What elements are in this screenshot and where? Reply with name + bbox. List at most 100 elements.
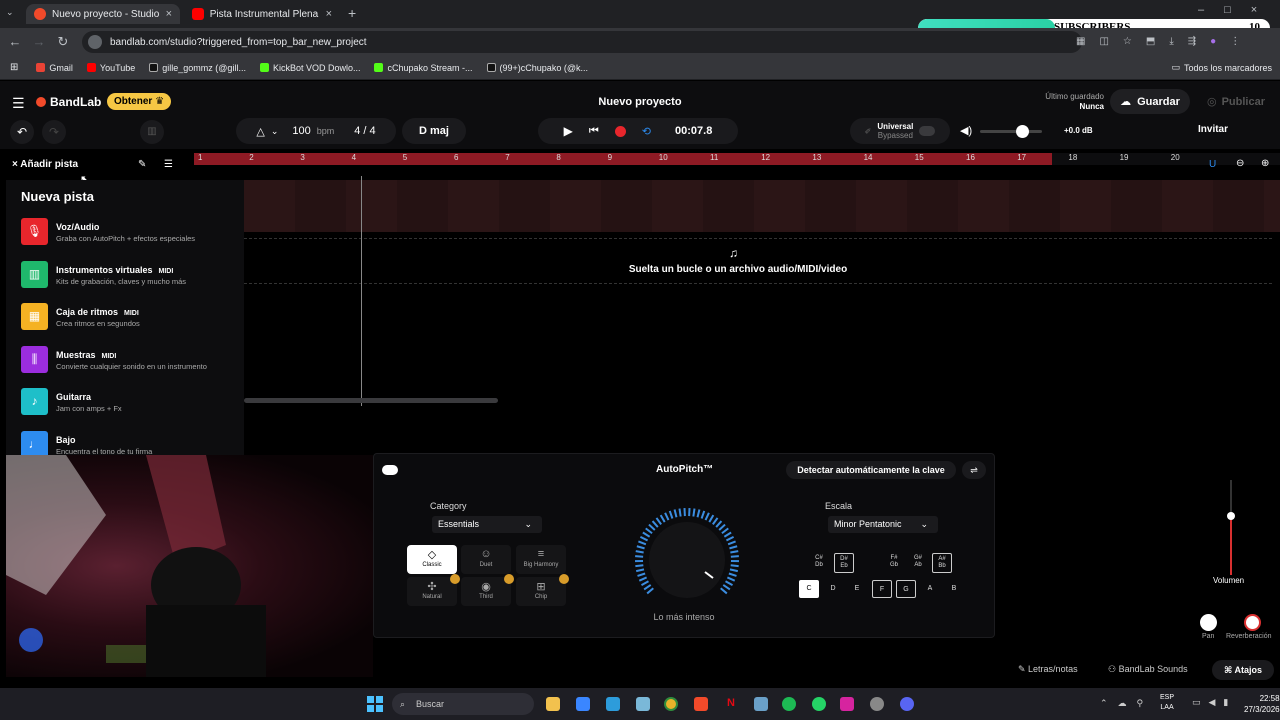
- snipping-icon[interactable]: [636, 697, 650, 711]
- photos-icon[interactable]: [606, 697, 620, 711]
- new-tab-icon[interactable]: +: [348, 5, 356, 21]
- new-track-item[interactable]: ▥ Instrumentos virtuales MIDI Kits de graba…: [21, 260, 241, 289]
- category-select[interactable]: Essentials ⌄: [432, 516, 542, 533]
- bookmark-kickbot[interactable]: KickBot VOD Dowlo...: [259, 63, 360, 73]
- taskbar-clock[interactable]: 22:58 27/3/2026: [1244, 693, 1280, 715]
- close-tab-icon[interactable]: ×: [326, 8, 332, 20]
- metronome-icon[interactable]: △: [256, 125, 264, 138]
- close-tab-icon[interactable]: ×: [166, 8, 172, 20]
- horizontal-scrollbar[interactable]: [244, 398, 498, 403]
- spotify-icon[interactable]: [782, 697, 796, 711]
- timeline-ruler[interactable]: 1 2 3 4 5 6 7 8 9 10 11 12 13 14 15 16 17 18 19 20: [194, 153, 1280, 165]
- playhead[interactable]: [361, 176, 362, 406]
- track-volume-handle[interactable]: [1227, 512, 1235, 520]
- taskbar-search[interactable]: ⌕ Buscar: [392, 693, 534, 715]
- note-a-sharp[interactable]: A# Bb: [932, 553, 952, 573]
- play-icon[interactable]: ▶: [564, 124, 573, 138]
- settings-icon[interactable]: [870, 697, 884, 711]
- bandlab-logo[interactable]: BandLab: [36, 95, 101, 109]
- scale-select[interactable]: Minor Pentatonic ⌄: [828, 516, 938, 533]
- style-natural[interactable]: ✣ Natural: [407, 574, 460, 606]
- reverb-knob[interactable]: [1244, 614, 1261, 631]
- record-icon[interactable]: [614, 125, 626, 137]
- bandlab-app-icon[interactable]: [694, 697, 708, 711]
- autotune-status[interactable]: ✐ Universal Bypassed: [850, 118, 950, 144]
- windows-start-icon[interactable]: [367, 696, 383, 712]
- note-e[interactable]: E: [847, 580, 867, 598]
- note-f-sharp[interactable]: F# Gb: [884, 553, 904, 573]
- hamburger-menu-icon[interactable]: ☰: [12, 95, 25, 112]
- pan-knob[interactable]: [1200, 614, 1217, 631]
- omnibox[interactable]: bandlab.com/studio?triggered_from=top_ba…: [82, 31, 1082, 53]
- file-explorer-icon[interactable]: [546, 697, 560, 711]
- style-duet[interactable]: ☺ Duet: [461, 545, 511, 574]
- note-g[interactable]: G: [896, 580, 916, 598]
- note-a[interactable]: A: [920, 580, 940, 598]
- note-c-sharp[interactable]: C# Db: [809, 553, 829, 573]
- tab-list-icon[interactable]: ⌄: [6, 7, 18, 19]
- zoom-out-icon[interactable]: ⊖: [1236, 158, 1244, 169]
- save-button[interactable]: ☁ Guardar: [1110, 89, 1190, 114]
- network-volume-battery-icons[interactable]: ▭◀▮: [1192, 697, 1236, 708]
- shortcuts-button[interactable]: ⌘ Atajos: [1212, 660, 1274, 680]
- key-selector[interactable]: D maj: [402, 118, 466, 144]
- lyrics-notes-button[interactable]: ✎ Letras/notas: [1018, 664, 1078, 675]
- piano-icon[interactable]: ▥: [140, 120, 164, 144]
- note-d[interactable]: D: [823, 580, 843, 598]
- new-track-item[interactable]: ⫼ Muestras MIDI Convierte cualquier sonido …: [21, 345, 241, 374]
- netflix-icon[interactable]: N: [724, 697, 738, 711]
- language-indicator[interactable]: ESP LAA: [1160, 693, 1174, 713]
- skip-back-icon[interactable]: ⏮: [589, 125, 599, 138]
- bookmark-kick-stream[interactable]: cChupako Stream -...: [374, 63, 473, 73]
- style-third[interactable]: ◉ Third: [461, 574, 514, 606]
- bookmark-gmail[interactable]: Gmail: [36, 63, 73, 73]
- master-volume-handle[interactable]: [1016, 125, 1029, 138]
- note-b[interactable]: B: [944, 580, 964, 598]
- new-track-item[interactable]: ♪ Guitarra Jam con amps + Fx: [21, 388, 241, 416]
- new-track-item[interactable]: ▦ Caja de ritmos MIDI Crea ritmos en segund…: [21, 303, 241, 331]
- forward-icon[interactable]: →: [30, 33, 48, 51]
- time-signature[interactable]: 4 / 4: [354, 125, 375, 137]
- note-c[interactable]: C: [799, 580, 819, 598]
- tab-active[interactable]: Nuevo proyecto - Studio ×: [26, 4, 180, 24]
- intensity-knob-dial[interactable]: [631, 505, 743, 615]
- discord-icon[interactable]: [900, 697, 914, 711]
- bookmark-youtube[interactable]: YouTube: [86, 63, 135, 73]
- note-f[interactable]: F: [872, 580, 892, 598]
- bandlab-sounds-button[interactable]: ⚇ BandLab Sounds: [1108, 664, 1188, 675]
- master-volume-track[interactable]: [980, 130, 1042, 133]
- detect-key-button[interactable]: Detectar automáticamente la clave: [786, 461, 956, 479]
- add-track-button[interactable]: × Añadir pista: [12, 159, 78, 170]
- zoom-in-icon[interactable]: ⊕: [1261, 158, 1269, 169]
- settings-sliders-icon[interactable]: ⇌: [962, 461, 986, 479]
- whatsapp-icon[interactable]: [812, 697, 826, 711]
- speaker-icon[interactable]: ◀): [960, 124, 972, 137]
- window-controls[interactable]: –□×: [1198, 4, 1277, 16]
- magnet-icon[interactable]: U: [1209, 159, 1216, 170]
- project-title[interactable]: Nuevo proyecto: [540, 96, 740, 108]
- loop-icon[interactable]: ⟲: [642, 125, 651, 138]
- site-info-icon[interactable]: [88, 35, 102, 49]
- drop-zone[interactable]: [244, 238, 1272, 284]
- redo-icon[interactable]: ↷: [42, 120, 66, 144]
- bookmark-tiktok-2[interactable]: (99+)cChupako (@k...: [486, 63, 588, 73]
- note-g-sharp[interactable]: G# Ab: [908, 553, 928, 573]
- undo-icon[interactable]: ↶: [10, 120, 34, 144]
- autotune-toggle[interactable]: [919, 126, 936, 136]
- new-track-item[interactable]: 🎙 Voz/Audio Graba con AutoPitch + efectos …: [21, 218, 241, 246]
- apps-icon[interactable]: ⊞: [10, 62, 18, 73]
- pencil-icon[interactable]: ✎: [138, 159, 146, 170]
- style-big-harmony[interactable]: ≡ Big Harmony: [516, 545, 566, 574]
- filter-icon[interactable]: ☰: [164, 159, 173, 170]
- app-icon[interactable]: [754, 697, 768, 711]
- instagram-icon[interactable]: [840, 697, 854, 711]
- system-tray-icons[interactable]: ⌃☁⚲: [1100, 698, 1153, 709]
- track-lane[interactable]: [244, 180, 1280, 232]
- intensity-knob[interactable]: [631, 505, 743, 615]
- style-classic[interactable]: ◇ Classic: [407, 545, 457, 574]
- store-icon[interactable]: [576, 697, 590, 711]
- chrome-icon[interactable]: [664, 697, 678, 711]
- publish-button[interactable]: ◎ Publicar: [1196, 89, 1276, 114]
- reload-icon[interactable]: ↻: [54, 33, 72, 51]
- back-icon[interactable]: ←: [6, 33, 24, 51]
